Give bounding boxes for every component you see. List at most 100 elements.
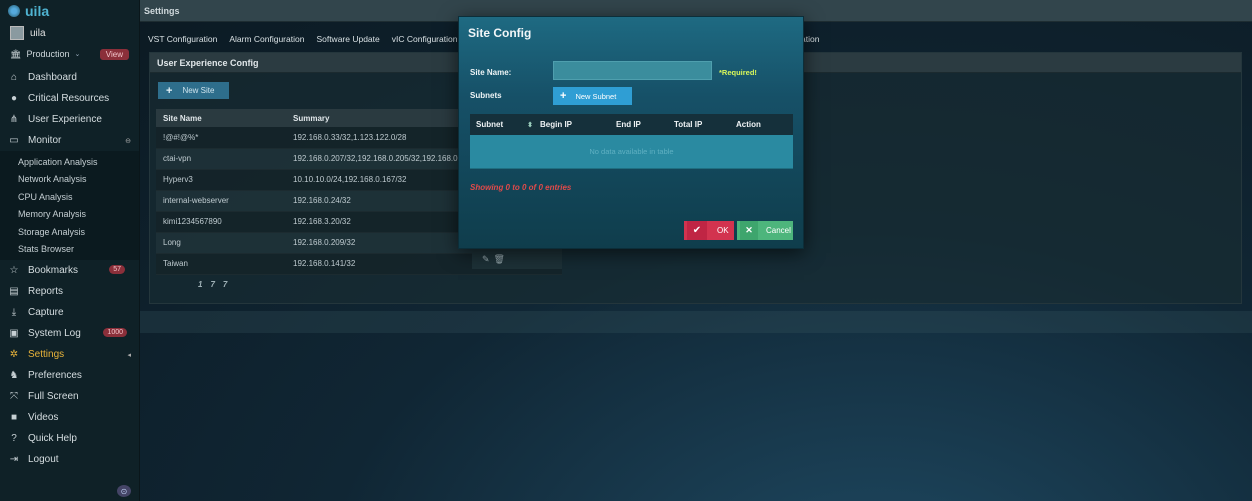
settings-tabs: VST Configuration Alarm Configuration So… [148, 34, 819, 48]
page-link[interactable]: 7 [210, 280, 214, 289]
table-header-row: Subnet ⬍ Begin IP End IP Total IP Action [470, 114, 793, 135]
page-link[interactable]: 7 [223, 280, 227, 289]
user-profile[interactable]: uila [0, 22, 139, 44]
site-name-cell: kimi1234567890 [156, 211, 286, 233]
column-header-site-name[interactable]: Site Name [156, 109, 286, 127]
tab-software-update[interactable]: Software Update [316, 34, 379, 48]
trash-icon[interactable]: 🗑 [494, 254, 505, 265]
tab-vic-configuration[interactable]: vIC Configuration [392, 34, 458, 48]
nav-item-label: Bookmarks [28, 265, 79, 276]
cancel-label: Cancel [766, 226, 791, 235]
chevron-down-icon: ⌄ [74, 51, 81, 58]
row-actions: ✎ 🗑 [472, 250, 562, 269]
logo-text: uila [25, 3, 50, 19]
tab-vst-configuration[interactable]: VST Configuration [148, 34, 217, 48]
nav-item-label: Preferences [28, 370, 82, 381]
column-header-action[interactable]: Action [730, 114, 793, 135]
uila-logo-icon [8, 5, 20, 17]
sub-item-network-analysis[interactable]: Network Analysis [0, 171, 139, 189]
nav-item-critical-resources[interactable]: ● Critical Resources [0, 88, 139, 109]
site-name-cell: !@#!@%* [156, 127, 286, 149]
sidebar-toggle-button[interactable]: ⊙ [117, 485, 131, 497]
nav-item-label: Capture [28, 307, 64, 318]
nav-item-full-screen[interactable]: ⤧ Full Screen [0, 386, 139, 407]
new-subnet-button[interactable]: + New Subnet [553, 87, 632, 105]
nav-item-label: Critical Resources [28, 93, 110, 104]
nav-item-label: System Log [28, 328, 81, 339]
sub-item-cpu-analysis[interactable]: CPU Analysis [0, 188, 139, 206]
page-title: Settings [144, 5, 180, 16]
view-button[interactable]: View [99, 48, 129, 60]
site-name-cell: internal-webserver [156, 190, 286, 212]
monitor-submenu: Application Analysis Network Analysis CP… [0, 151, 139, 260]
site-name-input[interactable] [553, 61, 712, 80]
site-name-cell: Taiwan [156, 253, 286, 275]
ok-button[interactable]: ✔ OK [684, 221, 734, 240]
video-icon: ■ [10, 412, 18, 423]
download-icon: ⤓ [11, 307, 17, 318]
tab-alarm-configuration[interactable]: Alarm Configuration [229, 34, 304, 48]
site-name-cell: Long [156, 232, 286, 254]
ok-label: OK [717, 226, 729, 235]
logo[interactable]: uila [0, 0, 139, 22]
report-icon: ▤ [9, 286, 19, 297]
system-log-count-badge: 1000 [103, 328, 127, 337]
entries-info: Showing 0 to 0 of 0 entries [470, 183, 572, 192]
column-header-label: Subnet [476, 120, 504, 129]
nav-item-monitor[interactable]: ▭ Monitor ⊖ [0, 130, 139, 151]
sub-item-application-analysis[interactable]: Application Analysis [0, 153, 139, 171]
terminal-icon: ▣ [9, 328, 19, 339]
nav-item-capture[interactable]: ⤓ Capture [0, 302, 139, 323]
new-subnet-label: New Subnet [575, 91, 617, 101]
sidebar: uila uila 🏛 Production ⌄ View ⌂ Dashboar… [0, 0, 140, 501]
plus-icon: + [166, 84, 173, 97]
collapse-icon: ⊖ [125, 137, 131, 145]
nav-item-reports[interactable]: ▤ Reports [0, 281, 139, 302]
home-icon: ⌂ [10, 72, 18, 83]
sub-item-stats-browser[interactable]: Stats Browser [0, 241, 139, 259]
nav-item-quick-help[interactable]: ? Quick Help [0, 428, 139, 449]
empty-table-message: No data available in table [470, 135, 793, 169]
site-config-modal: Site Config Site Name: *Required! Subnet… [458, 16, 804, 249]
gear-icon: ✲ [9, 349, 19, 360]
logout-icon: ⇥ [9, 454, 19, 465]
nav-item-bookmarks[interactable]: ☆ Bookmarks 57 [0, 260, 139, 281]
preferences-icon: ♞ [9, 370, 19, 381]
edit-icon[interactable]: ✎ [482, 254, 490, 265]
sub-item-memory-analysis[interactable]: Memory Analysis [0, 206, 139, 224]
page-link[interactable]: 1 [198, 280, 202, 289]
new-site-button[interactable]: + New Site [158, 82, 229, 99]
bookmarks-count-badge: 57 [109, 265, 125, 274]
user-name: uila [30, 27, 46, 39]
nav-item-user-experience[interactable]: ⋔ User Experience [0, 109, 139, 130]
column-header-begin-ip[interactable]: Begin IP [534, 114, 610, 135]
nav-item-label: Videos [28, 412, 59, 423]
sort-icon: ⬍ [527, 122, 533, 129]
column-header-end-ip[interactable]: End IP [610, 114, 668, 135]
sub-item-storage-analysis[interactable]: Storage Analysis [0, 223, 139, 241]
column-header-subnet[interactable]: Subnet ⬍ [470, 114, 534, 135]
nav-item-preferences[interactable]: ♞ Preferences [0, 365, 139, 386]
nav-item-logout[interactable]: ⇥ Logout [0, 449, 139, 470]
sitemap-icon: ⋔ [9, 114, 19, 125]
nav-item-label: User Experience [28, 114, 102, 125]
modal-title: Site Config [468, 26, 532, 40]
background-band [140, 311, 1252, 333]
nav-item-dashboard[interactable]: ⌂ Dashboard [0, 67, 139, 88]
subnet-table: Subnet ⬍ Begin IP End IP Total IP Action … [470, 114, 793, 169]
nav-item-system-log[interactable]: ▣ System Log 1000 [0, 323, 139, 344]
nav-item-videos[interactable]: ■ Videos [0, 407, 139, 428]
nav-item-settings[interactable]: ✲ Settings ◂ [0, 344, 139, 365]
monitor-icon: ▭ [9, 135, 19, 146]
nav-item-label: Quick Help [28, 433, 77, 444]
plus-icon: + [560, 90, 567, 102]
column-header-total-ip[interactable]: Total IP [668, 114, 730, 135]
nav-item-label: Logout [28, 454, 59, 465]
nav-item-label: Full Screen [28, 391, 79, 402]
cancel-button[interactable]: ✕ Cancel [737, 221, 793, 240]
environment-selector[interactable]: 🏛 Production ⌄ View [0, 44, 139, 64]
empty-row: No data available in table [470, 135, 793, 169]
check-icon: ✔ [687, 221, 707, 240]
nav-menu: ⌂ Dashboard ● Critical Resources ⋔ User … [0, 67, 139, 470]
new-site-label: New Site [182, 86, 215, 95]
